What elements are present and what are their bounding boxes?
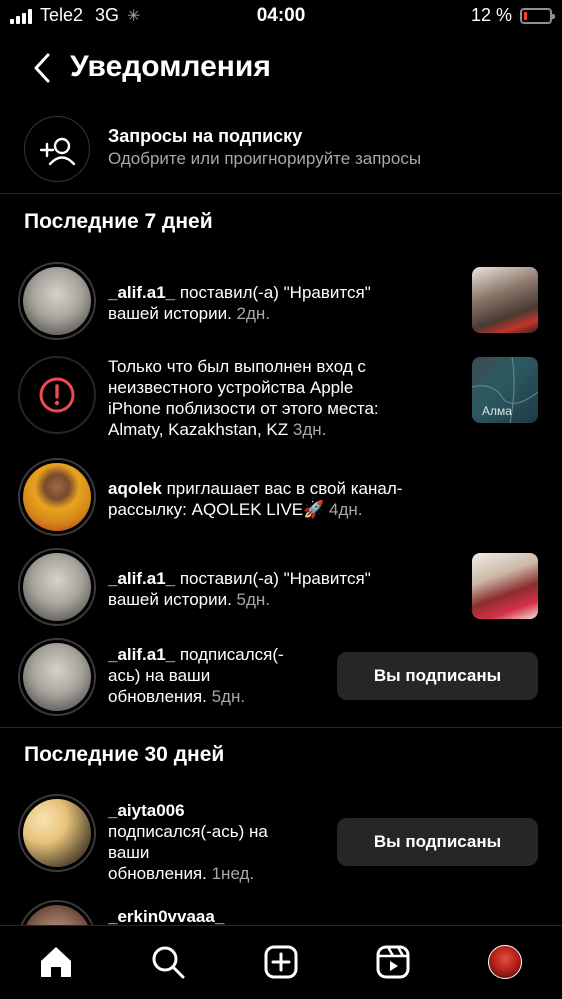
timestamp: 3дн. [288,420,327,439]
alert-icon-avatar [18,356,96,434]
plus-square-icon [264,945,298,979]
follow-requests-row[interactable]: Запросы на подписку Одобрите или проигно… [0,112,562,194]
following-button[interactable]: Вы подписаны [337,818,538,866]
divider [0,727,562,728]
status-bar: Tele2 3G ✳ 04:00 12 % [0,0,562,32]
section-last-7-days: Последние 7 дней [24,210,213,233]
requests-title: Запросы на подписку [108,126,303,146]
section-last-30-days: Последние 30 дней [24,743,225,766]
tab-profile[interactable] [485,942,525,982]
chevron-left-icon [34,53,50,83]
home-icon [41,947,71,977]
notification-item[interactable]: _alif.a1_ поставил(-а) "Нравится" вашей … [0,262,562,340]
map-thumbnail[interactable]: Алма [472,357,538,423]
avatar[interactable] [18,548,96,626]
search-icon [152,946,185,979]
notification-item[interactable]: _aiyta006 подписался(-ась) на ваши обнов… [0,794,562,890]
timestamp: 1нед. [206,864,255,883]
back-button[interactable] [28,50,56,86]
timestamp: 5дн. [206,687,246,706]
username[interactable]: _alif.a1_ [108,645,175,664]
tab-search[interactable] [148,942,188,982]
following-button[interactable]: Вы подписаны [337,652,538,700]
battery-level [524,11,527,20]
svg-text:Алма: Алма [482,404,512,418]
notification-item[interactable]: _alif.a1_ поставил(-а) "Нравится" вашей … [0,548,562,626]
tab-home[interactable] [36,942,76,982]
avatar[interactable] [18,638,96,716]
timestamp: 5дн. [231,590,271,609]
username[interactable]: _erkin0vvaaa_ [108,907,224,926]
notification-item[interactable]: _alif.a1_ подписался(- ась) на ваши обно… [0,638,562,716]
avatar[interactable] [18,794,96,872]
username[interactable]: _alif.a1_ [108,569,175,588]
notification-item[interactable]: Только что был выполнен вход с неизвестн… [0,356,562,446]
alert-icon [39,377,75,413]
username[interactable]: _aiyta006 [108,801,185,820]
story-thumbnail[interactable] [472,267,538,333]
username[interactable]: aqolek [108,479,162,498]
tab-reels[interactable] [373,942,413,982]
battery-icon [520,7,555,24]
tab-create[interactable] [261,942,301,982]
bottom-tab-bar [0,925,562,999]
timestamp: 4дн. [324,500,363,519]
header: Уведомления [0,42,562,94]
reels-icon [376,945,410,979]
story-thumbnail[interactable] [472,553,538,619]
timestamp: 2дн. [231,304,271,323]
avatar [488,945,522,979]
battery-percent: 12 % [470,5,512,25]
add-person-icon [24,116,90,182]
username[interactable]: _alif.a1_ [108,283,175,302]
avatar[interactable] [18,262,96,340]
avatar[interactable] [18,458,96,536]
notification-item[interactable]: aqolek приглашает вас в свой канал- расс… [0,458,562,536]
page-title: Уведомления [70,50,271,83]
requests-subtitle: Одобрите или проигнорируйте запросы [108,149,422,168]
